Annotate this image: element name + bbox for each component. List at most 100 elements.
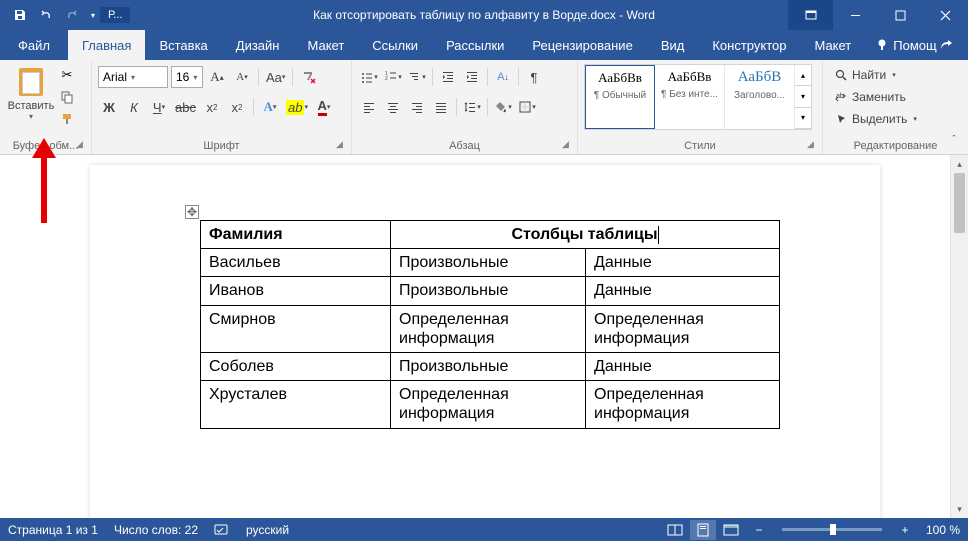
save-button[interactable] xyxy=(8,3,32,27)
bullets-button[interactable]: ▾ xyxy=(358,66,380,88)
strikethrough-button[interactable]: abc xyxy=(173,96,198,118)
vertical-scrollbar[interactable]: ▴ ▾ xyxy=(950,155,968,518)
numbering-button[interactable]: 12▾ xyxy=(382,66,404,88)
table-move-handle[interactable]: ✥ xyxy=(185,205,199,219)
change-case-button[interactable]: Aa▾ xyxy=(264,66,287,88)
table-header-row[interactable]: Фамилия Столбцы таблицы xyxy=(201,221,780,249)
ribbon: Вставить ▾ ✂ Буфер обм... ◢ Arial▾ 16▾ A… xyxy=(0,60,968,155)
zoom-in-button[interactable]: + xyxy=(892,520,918,540)
style-heading1[interactable]: АаБбВ Заголово... xyxy=(725,65,795,129)
table-row[interactable]: ИвановПроизвольныеДанные xyxy=(201,277,780,305)
page[interactable]: ✥ Фамилия Столбцы таблицы ВасильевПроизв… xyxy=(90,165,880,518)
tab-file[interactable]: Файл xyxy=(0,30,68,60)
text-cursor xyxy=(658,226,659,244)
paragraph-launcher[interactable]: ◢ xyxy=(562,139,574,151)
find-button[interactable]: Найти▾ xyxy=(829,64,962,86)
window-title: Как отсортировать таблицу по алфавиту в … xyxy=(313,8,655,22)
document-area[interactable]: ✥ Фамилия Столбцы таблицы ВасильевПроизв… xyxy=(0,155,968,518)
text-effects-button[interactable]: A▾ xyxy=(259,96,281,118)
highlight-button[interactable]: ab▾ xyxy=(284,96,310,118)
clipboard-launcher[interactable]: ◢ xyxy=(76,139,88,151)
align-right-button[interactable] xyxy=(406,96,428,118)
tab-view[interactable]: Вид xyxy=(647,30,699,60)
table-header-cell[interactable]: Фамилия xyxy=(201,221,391,249)
ribbon-options-button[interactable] xyxy=(788,0,833,30)
tab-review[interactable]: Рецензирование xyxy=(518,30,646,60)
minimize-button[interactable] xyxy=(833,0,878,30)
clear-formatting-button[interactable] xyxy=(298,66,320,88)
format-painter-button[interactable] xyxy=(56,108,78,130)
cut-button[interactable]: ✂ xyxy=(56,64,78,86)
show-marks-button[interactable]: ¶ xyxy=(523,66,545,88)
styles-gallery[interactable]: АаБбВв ¶ Обычный АаБбВв ¶ Без инте... Аа… xyxy=(584,64,812,130)
bold-button[interactable]: Ж xyxy=(98,96,120,118)
grow-font-button[interactable]: A▴ xyxy=(206,66,228,88)
tab-layout[interactable]: Макет xyxy=(293,30,358,60)
select-button[interactable]: Выделить▾ xyxy=(829,108,962,130)
sort-button[interactable]: A↓ xyxy=(492,66,514,88)
align-left-button[interactable] xyxy=(358,96,380,118)
italic-button[interactable]: К xyxy=(123,96,145,118)
scroll-up-button[interactable]: ▴ xyxy=(951,155,968,173)
replace-button[interactable]: ab Заменить xyxy=(829,86,962,108)
borders-button[interactable]: ▾ xyxy=(516,96,538,118)
scroll-thumb[interactable] xyxy=(954,173,965,233)
table-row[interactable]: ВасильевПроизвольныеДанные xyxy=(201,249,780,277)
style-normal[interactable]: АаБбВв ¶ Обычный xyxy=(585,65,655,129)
quick-access-toolbar: ▾ xyxy=(0,3,100,27)
subscript-button[interactable]: x2 xyxy=(201,96,223,118)
tab-references[interactable]: Ссылки xyxy=(358,30,432,60)
web-layout-button[interactable] xyxy=(718,520,744,540)
styles-scroll-down[interactable]: ▾ xyxy=(795,86,811,107)
zoom-slider[interactable] xyxy=(782,528,882,531)
qat-customize-button[interactable]: ▾ xyxy=(86,3,100,27)
increase-indent-button[interactable] xyxy=(461,66,483,88)
tab-design[interactable]: Дизайн xyxy=(222,30,294,60)
font-launcher[interactable]: ◢ xyxy=(336,139,348,151)
table-row[interactable]: ХрусталевОпределенная информацияОпределе… xyxy=(201,381,780,428)
redo-button[interactable] xyxy=(60,3,84,27)
style-no-spacing[interactable]: АаБбВв ¶ Без инте... xyxy=(655,65,725,129)
copy-button[interactable] xyxy=(56,86,78,108)
line-spacing-button[interactable]: ▾ xyxy=(461,96,483,118)
document-table[interactable]: Фамилия Столбцы таблицы ВасильевПроизвол… xyxy=(200,220,780,429)
read-mode-button[interactable] xyxy=(662,520,688,540)
styles-expand[interactable]: ▾ xyxy=(795,108,811,129)
table-header-cell[interactable]: Столбцы таблицы xyxy=(391,221,780,249)
undo-button[interactable] xyxy=(34,3,58,27)
tab-table-layout[interactable]: Макет xyxy=(800,30,865,60)
collapse-ribbon-button[interactable]: ˆ xyxy=(944,130,964,150)
word-count[interactable]: Число слов: 22 xyxy=(114,523,198,537)
font-size-combo[interactable]: 16▾ xyxy=(171,66,203,88)
tab-table-design[interactable]: Конструктор xyxy=(698,30,800,60)
print-layout-button[interactable] xyxy=(690,520,716,540)
tell-me-search[interactable]: Помощ xyxy=(875,30,936,60)
superscript-button[interactable]: x2 xyxy=(226,96,248,118)
justify-button[interactable] xyxy=(430,96,452,118)
maximize-button[interactable] xyxy=(878,0,923,30)
language-indicator[interactable]: русский xyxy=(246,523,289,537)
tab-insert[interactable]: Вставка xyxy=(145,30,221,60)
shading-button[interactable]: ▾ xyxy=(492,96,514,118)
multilevel-list-button[interactable]: ▾ xyxy=(406,66,428,88)
spellcheck-button[interactable] xyxy=(214,523,230,537)
page-indicator[interactable]: Страница 1 из 1 xyxy=(8,523,98,537)
user-badge[interactable]: Р... xyxy=(100,7,130,23)
tab-mailings[interactable]: Рассылки xyxy=(432,30,518,60)
styles-scroll-up[interactable]: ▴ xyxy=(795,65,811,86)
share-button[interactable] xyxy=(939,30,953,60)
table-row[interactable]: СмирновОпределенная информацияОпределенн… xyxy=(201,305,780,352)
underline-button[interactable]: Ч▾ xyxy=(148,96,170,118)
zoom-level[interactable]: 100 % xyxy=(926,523,960,537)
table-row[interactable]: СоболевПроизвольныеДанные xyxy=(201,352,780,380)
font-color-button[interactable]: A▾ xyxy=(313,96,335,118)
decrease-indent-button[interactable] xyxy=(437,66,459,88)
font-name-combo[interactable]: Arial▾ xyxy=(98,66,168,88)
tab-home[interactable]: Главная xyxy=(68,30,145,60)
close-button[interactable] xyxy=(923,0,968,30)
scroll-down-button[interactable]: ▾ xyxy=(951,500,968,518)
align-center-button[interactable] xyxy=(382,96,404,118)
shrink-font-button[interactable]: A▾ xyxy=(231,66,253,88)
styles-launcher[interactable]: ◢ xyxy=(807,139,819,151)
zoom-out-button[interactable]: − xyxy=(746,520,772,540)
